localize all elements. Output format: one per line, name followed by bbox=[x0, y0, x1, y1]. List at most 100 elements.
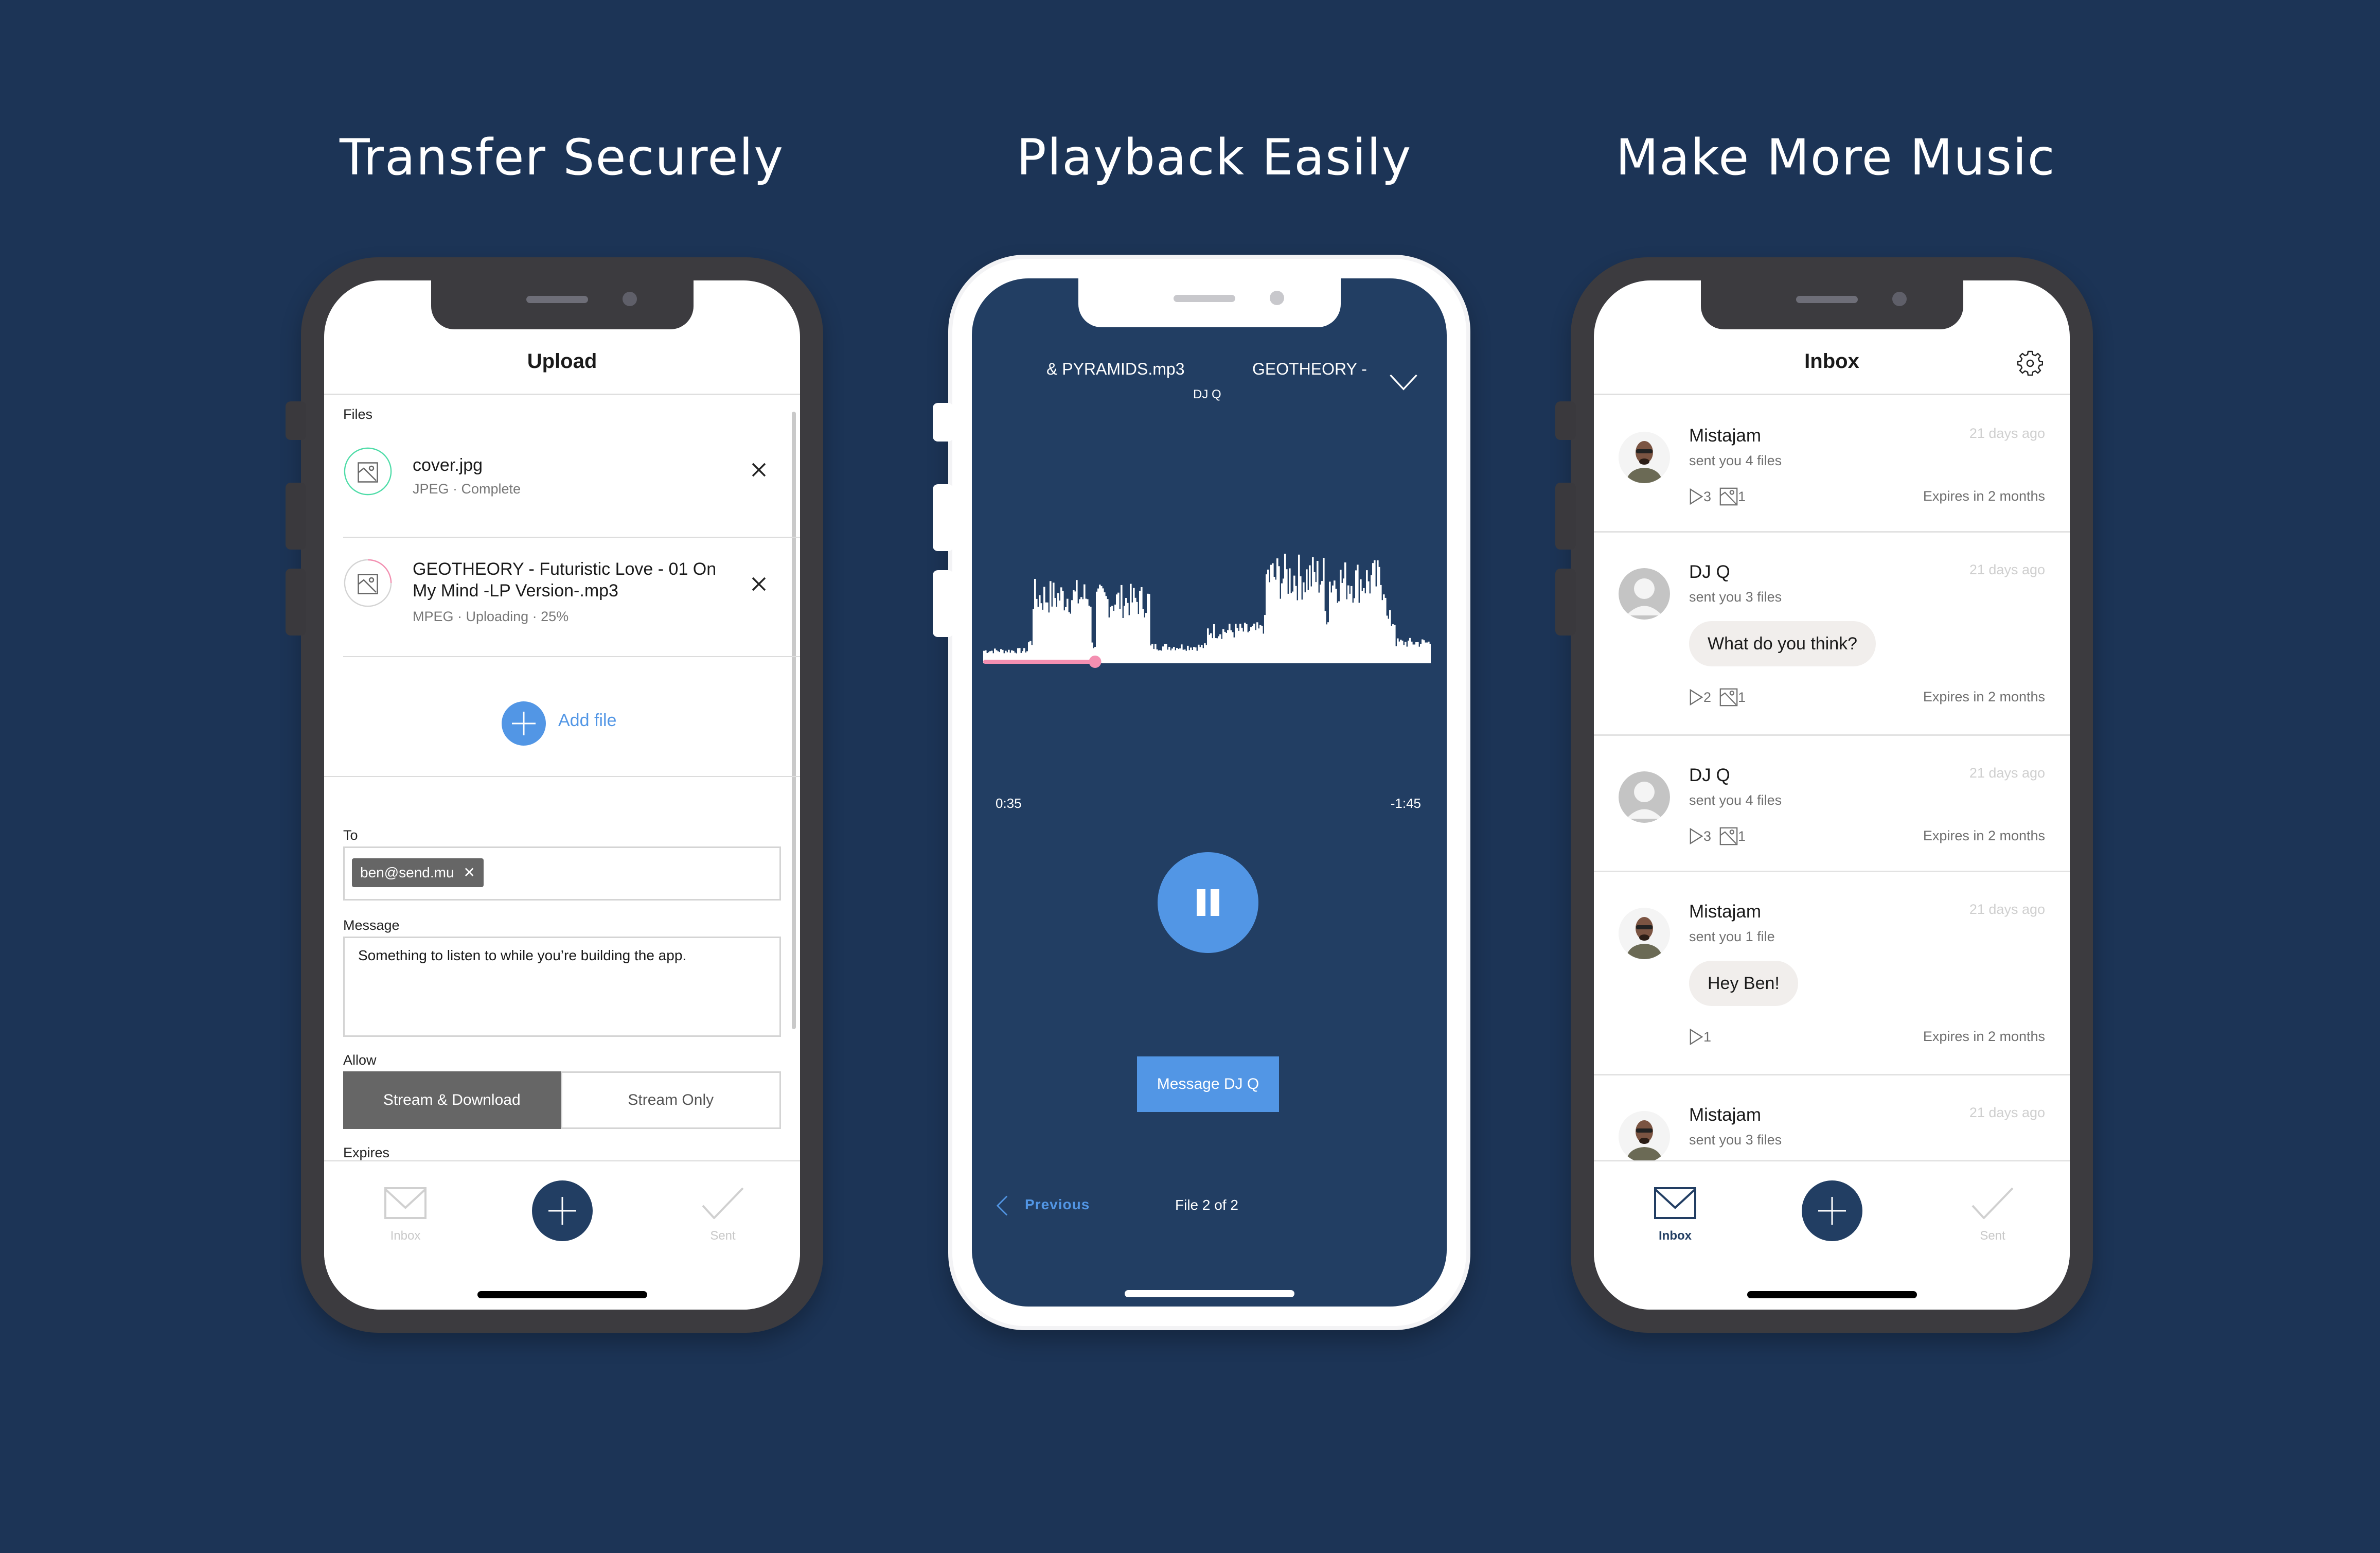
track-title-next: GEOTHEORY - bbox=[1252, 360, 1367, 378]
file-row: GEOTHEORY - Futuristic Love - 01 On My M… bbox=[343, 538, 800, 657]
plus-icon bbox=[548, 1197, 576, 1225]
checkmark-icon bbox=[1972, 1187, 2014, 1220]
pause-button[interactable] bbox=[1158, 852, 1258, 953]
remove-file-button[interactable] bbox=[749, 460, 769, 480]
message-dj-button[interactable]: Message DJ Q bbox=[1137, 1056, 1279, 1112]
tab-inbox-label: Inbox bbox=[1659, 1229, 1692, 1243]
allow-option-stream-download[interactable]: Stream & Download bbox=[343, 1071, 561, 1129]
play-icon bbox=[1690, 689, 1703, 706]
side-button bbox=[286, 483, 306, 550]
tab-sent[interactable]: Sent bbox=[682, 1187, 764, 1243]
previous-button[interactable]: Previous bbox=[997, 1192, 1099, 1223]
new-transfer-button[interactable] bbox=[1801, 1180, 1862, 1241]
avatar-placeholder bbox=[1619, 568, 1670, 620]
avatar-photo bbox=[1619, 432, 1670, 483]
home-indicator bbox=[1747, 1291, 1917, 1298]
allow-segmented-control: Stream & Download Stream Only bbox=[343, 1071, 781, 1129]
timestamp: 21 days ago bbox=[1969, 562, 2045, 577]
file-meta: MPEG · Uploading · 25% bbox=[413, 609, 569, 624]
divider bbox=[324, 394, 800, 395]
progress-fill bbox=[983, 660, 1095, 664]
home-indicator bbox=[1124, 1290, 1294, 1297]
new-transfer-button[interactable] bbox=[531, 1180, 593, 1241]
file-count: File 2 of 2 bbox=[1175, 1197, 1238, 1213]
play-icon bbox=[1690, 827, 1703, 845]
allow-option-stream-only[interactable]: Stream Only bbox=[560, 1071, 781, 1129]
sender-name: DJ Q bbox=[1689, 562, 1730, 582]
inbox-item[interactable]: Mistajam sent you 1 file 21 days ago Hey Be… bbox=[1594, 871, 2070, 1075]
sent-summary: sent you 4 files bbox=[1689, 792, 1782, 808]
file-stats: 31 bbox=[1689, 826, 1754, 846]
add-file-icon bbox=[502, 701, 546, 746]
message-label: Message bbox=[343, 917, 400, 933]
checkmark-icon bbox=[702, 1187, 744, 1220]
player-screen: & PYRAMIDS.mp3 GEOTHEORY - DJ Q 0:35 -1:… bbox=[972, 278, 1447, 1307]
image-count: 1 bbox=[1738, 689, 1746, 705]
tab-inbox[interactable]: Inbox bbox=[364, 1187, 447, 1243]
recipient-field[interactable]: ben@send.mu ✕ bbox=[343, 846, 781, 901]
timestamp: 21 days ago bbox=[1969, 902, 2045, 917]
expiry: Expires in 2 months bbox=[1923, 689, 2045, 704]
gear-icon[interactable] bbox=[2017, 350, 2043, 376]
previous-label: Previous bbox=[1025, 1196, 1090, 1212]
speaker bbox=[1173, 295, 1235, 302]
remaining-time: -1:45 bbox=[1390, 796, 1421, 811]
inbox-item[interactable]: DJ Q sent you 3 files 21 days ago What do y… bbox=[1594, 531, 2070, 736]
phone-player: & PYRAMIDS.mp3 GEOTHEORY - DJ Q 0:35 -1:… bbox=[933, 255, 1470, 1330]
audio-count: 1 bbox=[1703, 1029, 1712, 1045]
sender-name: Mistajam bbox=[1689, 902, 1762, 922]
side-button bbox=[286, 401, 306, 440]
waveform[interactable] bbox=[983, 554, 1431, 677]
add-file-label: Add file bbox=[558, 711, 617, 730]
file-row: cover.jpg JPEG · Complete bbox=[343, 418, 800, 538]
notch bbox=[1078, 278, 1341, 327]
avatar bbox=[1619, 771, 1670, 823]
inbox-item[interactable]: Mistajam sent you 4 files 21 days ago 3 1 Exp… bbox=[1594, 395, 2070, 533]
tab-sent[interactable]: Sent bbox=[1951, 1187, 2034, 1243]
file-meta: JPEG · Complete bbox=[413, 481, 521, 497]
notch bbox=[1700, 280, 1963, 329]
expiry: Expires in 2 months bbox=[1923, 828, 2045, 843]
file-name: GEOTHEORY - Futuristic Love - 01 On My M… bbox=[413, 559, 717, 601]
image-icon bbox=[358, 574, 378, 594]
file-stats: 1 bbox=[1689, 1027, 1719, 1047]
sent-summary: sent you 4 files bbox=[1689, 453, 1782, 468]
scrubber-handle[interactable] bbox=[1089, 656, 1102, 668]
message-value: Something to listen to while you’re buil… bbox=[358, 947, 687, 963]
tab-sent-label: Sent bbox=[710, 1229, 736, 1243]
recipient-chip[interactable]: ben@send.mu ✕ bbox=[352, 858, 484, 887]
tab-sent-label: Sent bbox=[1980, 1229, 2005, 1243]
avatar bbox=[1619, 908, 1670, 959]
side-button bbox=[933, 570, 953, 637]
image-icon bbox=[1719, 487, 1738, 506]
image-icon bbox=[1719, 827, 1738, 845]
tab-bar: Inbox Sent bbox=[324, 1160, 800, 1310]
inbox-screen: Inbox Mistajam sent you 4 files 21 days ag… bbox=[1594, 280, 2070, 1310]
inbox-item[interactable]: DJ Qsent you 4 files 21 days ago 3 1 Expires… bbox=[1594, 734, 2070, 872]
remove-file-button[interactable] bbox=[749, 574, 769, 594]
recipient-email: ben@send.mu bbox=[360, 864, 454, 880]
remove-recipient-icon[interactable]: ✕ bbox=[463, 864, 475, 880]
speaker bbox=[1796, 296, 1858, 303]
side-button bbox=[933, 403, 953, 442]
speaker bbox=[526, 296, 588, 303]
audio-count: 3 bbox=[1703, 488, 1712, 504]
side-button bbox=[933, 484, 953, 551]
message-field[interactable]: Something to listen to while you’re buil… bbox=[343, 937, 781, 1037]
home-indicator bbox=[477, 1291, 647, 1298]
chevron-down-icon[interactable] bbox=[1389, 374, 1418, 391]
plus-icon bbox=[1818, 1197, 1846, 1225]
sent-summary: sent you 1 file bbox=[1689, 929, 1775, 944]
track-title-prev: & PYRAMIDS.mp3 bbox=[1046, 360, 1185, 378]
sender-name: Mistajam bbox=[1689, 1105, 1762, 1125]
envelope-icon bbox=[1654, 1187, 1696, 1219]
tab-inbox[interactable]: Inbox bbox=[1634, 1187, 1716, 1243]
side-button bbox=[1555, 569, 1576, 636]
sender-name: Mistajam bbox=[1689, 426, 1762, 446]
add-file-button[interactable]: Add file bbox=[324, 701, 800, 748]
avatar bbox=[1619, 568, 1670, 620]
timestamp: 21 days ago bbox=[1969, 426, 2045, 441]
heading-transfer-securely: Transfer Securely bbox=[339, 129, 785, 186]
allow-label: Allow bbox=[343, 1052, 377, 1068]
pause-icon bbox=[1197, 889, 1219, 916]
